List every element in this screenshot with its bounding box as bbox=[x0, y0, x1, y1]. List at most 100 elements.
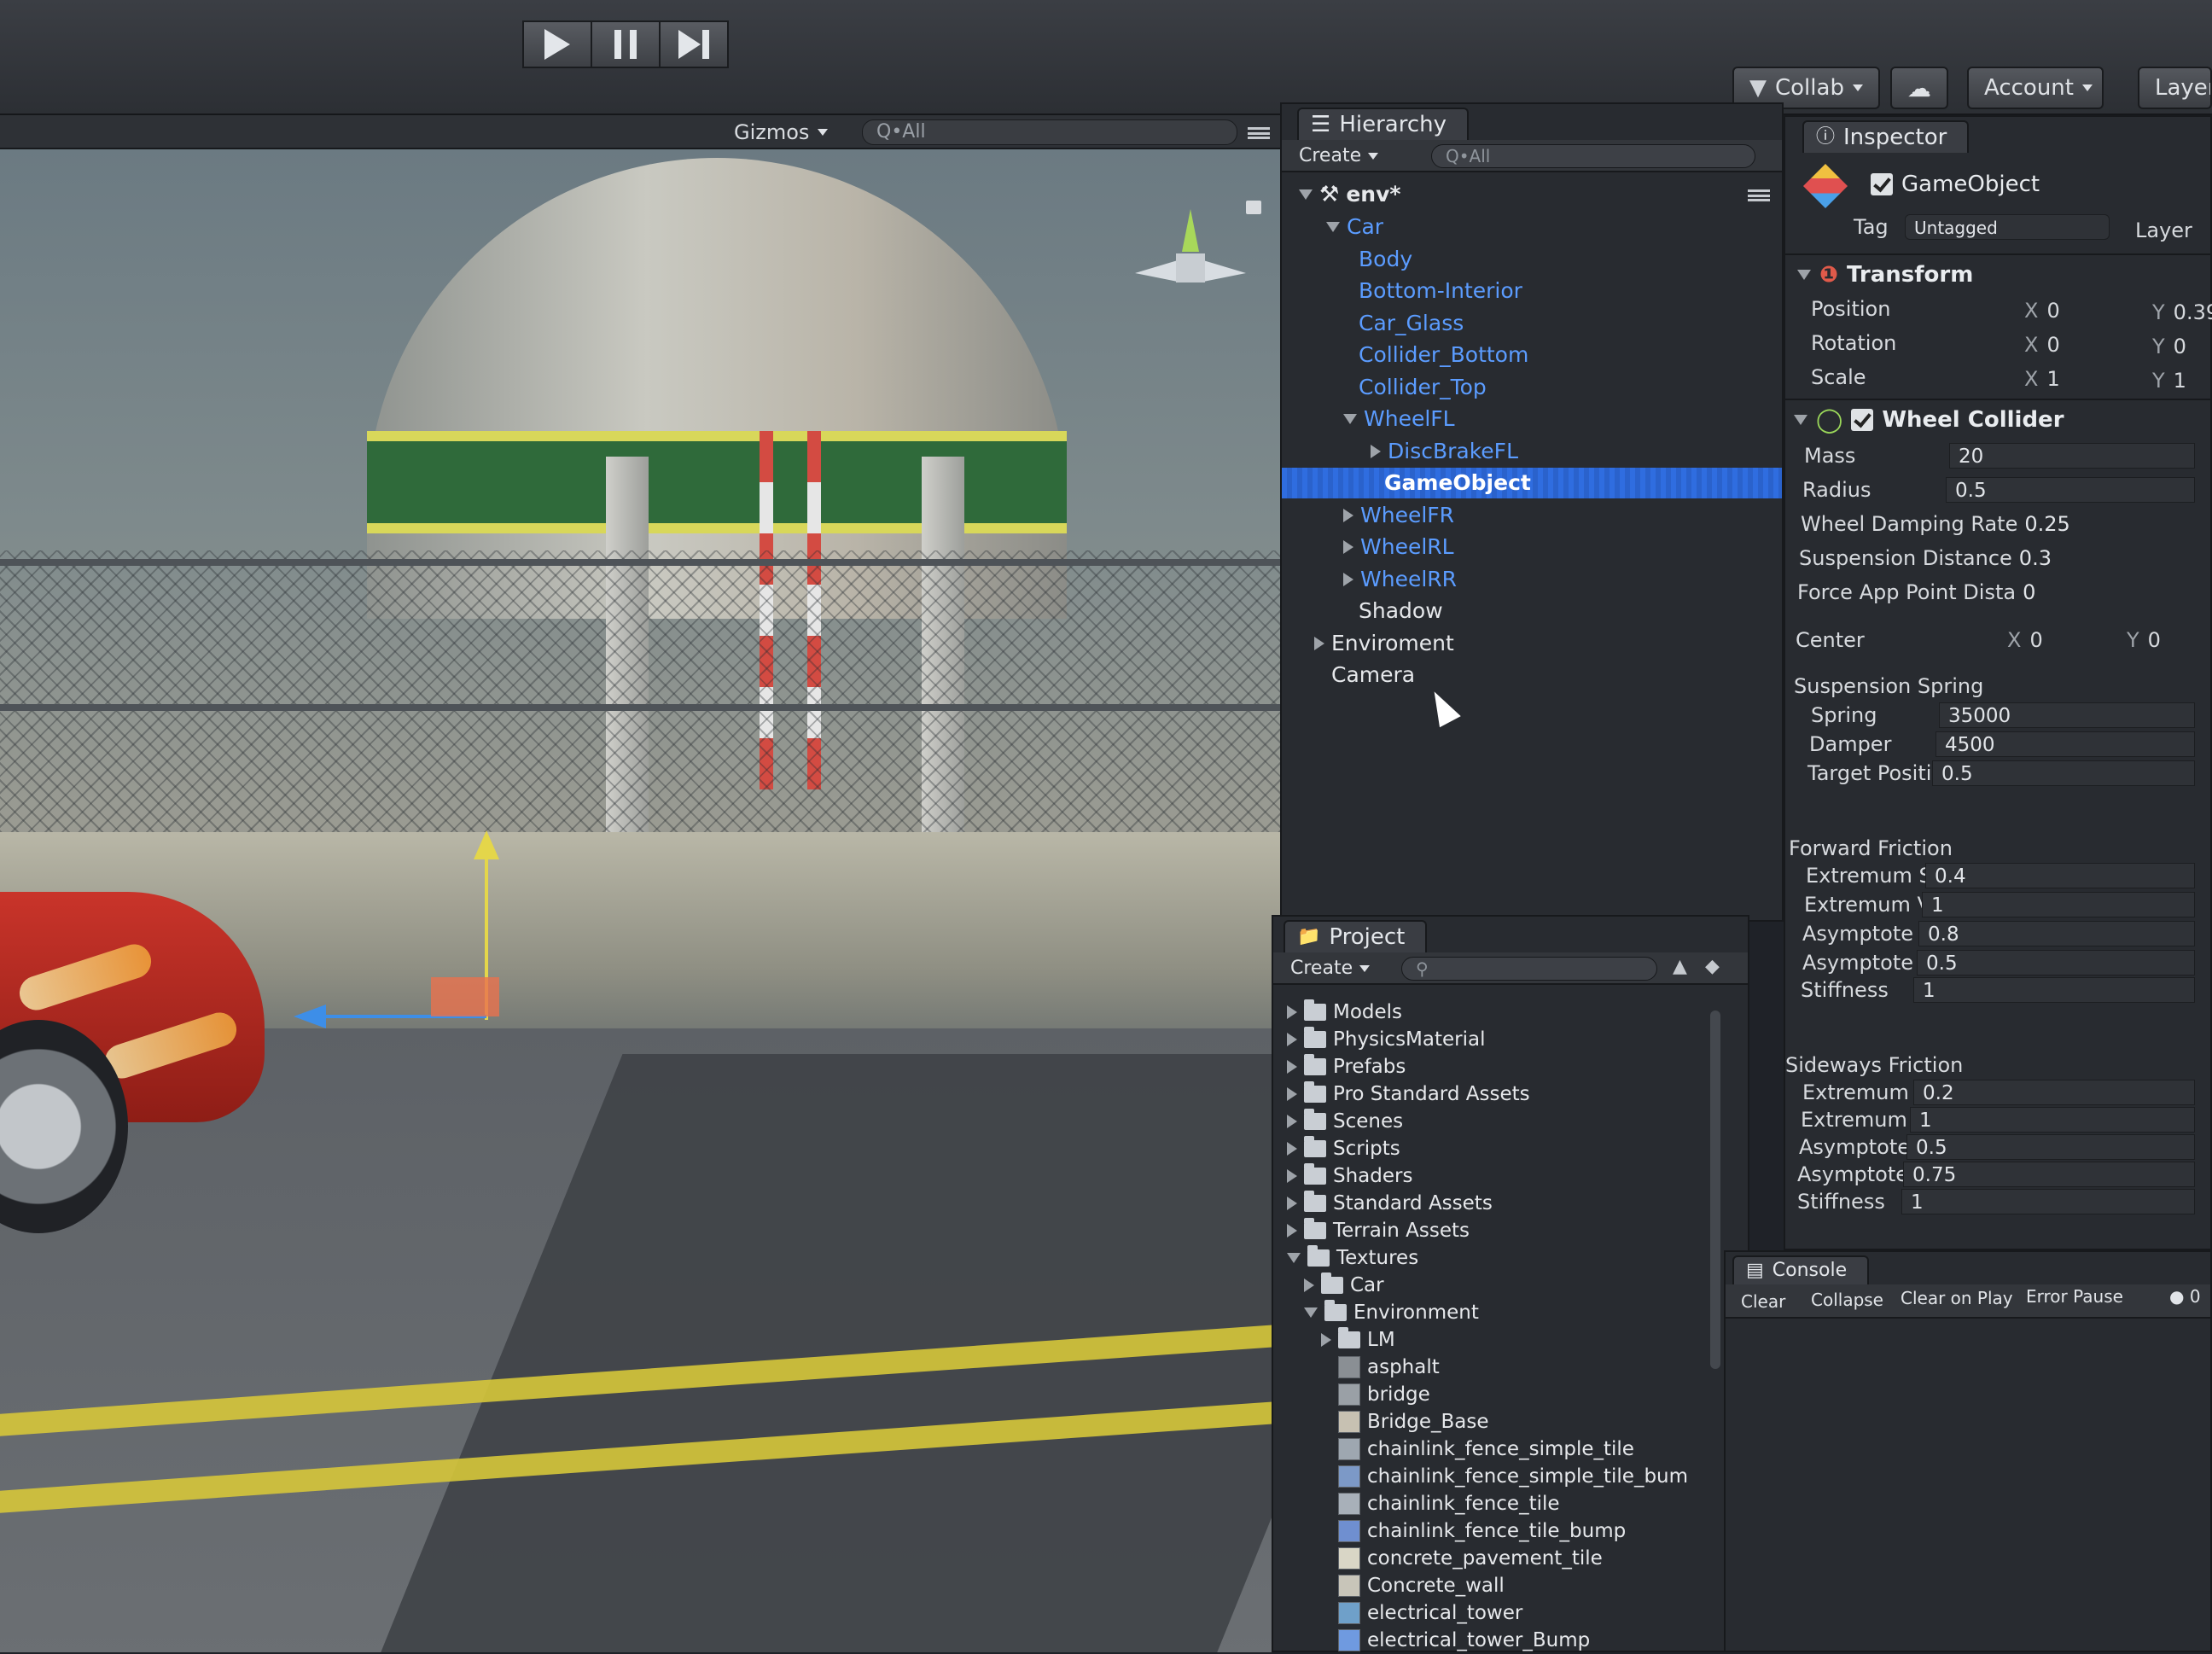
project-texture-item[interactable]: concrete_pavement_tile bbox=[1338, 1545, 1603, 1572]
tag-icon[interactable]: ◆ bbox=[1705, 956, 1720, 977]
hierarchy-item[interactable]: Enviroment bbox=[1314, 628, 1454, 659]
hierarchy-item[interactable]: DiscBrakeFL bbox=[1371, 436, 1518, 467]
chevron-right-icon[interactable] bbox=[1287, 1087, 1297, 1101]
hierarchy-item[interactable]: Body bbox=[1359, 244, 1412, 275]
transform-header[interactable]: ❶ Transform bbox=[1797, 262, 1973, 288]
chevron-right-icon[interactable] bbox=[1314, 636, 1324, 650]
orientation-gizmo-icon[interactable] bbox=[1126, 201, 1254, 329]
wheel-collider-value-field[interactable]: 1 bbox=[1910, 1107, 2195, 1133]
chevron-right-icon[interactable] bbox=[1287, 1005, 1297, 1019]
wheel-collider-value[interactable]: 0 bbox=[2023, 580, 2035, 604]
project-texture-item[interactable]: Concrete_wall bbox=[1338, 1572, 1505, 1599]
wheel-collider-value-field[interactable]: 4500 bbox=[1936, 731, 2195, 757]
tab-console[interactable]: ▤ Console bbox=[1732, 1255, 1870, 1284]
chevron-right-icon[interactable] bbox=[1321, 1333, 1331, 1347]
hierarchy-item[interactable]: Collider_Top bbox=[1359, 372, 1487, 403]
wheel-collider-value-field[interactable]: 0.5 bbox=[1917, 950, 2195, 976]
filter-type-icon[interactable]: ▲ bbox=[1673, 956, 1687, 977]
center-y-field[interactable]: Y0 bbox=[2127, 626, 2161, 655]
project-folder-item[interactable]: LM bbox=[1321, 1326, 1395, 1354]
hierarchy-item[interactable]: Bottom-Interior bbox=[1359, 276, 1522, 306]
scene-viewport[interactable] bbox=[0, 149, 1280, 1652]
lock-icon[interactable] bbox=[1246, 201, 1261, 214]
center-x-field[interactable]: X0 bbox=[2007, 626, 2043, 655]
project-folder-item[interactable]: Scenes bbox=[1287, 1108, 1403, 1135]
chevron-right-icon[interactable] bbox=[1343, 508, 1353, 522]
error-count-badge[interactable]: ● 0 bbox=[2169, 1286, 2201, 1307]
wheel-collider-header[interactable]: ◯ Wheel Collider bbox=[1794, 405, 2064, 434]
chevron-down-icon[interactable] bbox=[1304, 1307, 1318, 1318]
hierarchy-item[interactable]: WheelFR bbox=[1343, 500, 1454, 531]
collapse-button[interactable]: Collapse bbox=[1811, 1290, 1883, 1310]
project-folder-item[interactable]: Car bbox=[1304, 1272, 1384, 1299]
object-name-field[interactable]: GameObject bbox=[1901, 172, 2040, 197]
hierarchy-item[interactable]: Car bbox=[1326, 212, 1383, 242]
tab-project[interactable]: 📁 Project bbox=[1284, 920, 1428, 952]
hierarchy-item[interactable]: WheelFL bbox=[1343, 404, 1455, 434]
project-folder-item[interactable]: Pro Standard Assets bbox=[1287, 1080, 1530, 1108]
chevron-down-icon[interactable] bbox=[1343, 414, 1357, 424]
account-button[interactable]: Account bbox=[1967, 67, 2104, 109]
project-folder-item[interactable]: Models bbox=[1287, 999, 1402, 1026]
project-folder-item[interactable]: Prefabs bbox=[1287, 1053, 1406, 1080]
project-texture-item[interactable]: asphalt bbox=[1338, 1354, 1440, 1381]
wheel-collider-value-field[interactable]: 0.8 bbox=[1918, 921, 2195, 946]
hierarchy-item[interactable]: WheelRR bbox=[1343, 564, 1457, 595]
hierarchy-item[interactable]: Camera bbox=[1331, 660, 1415, 690]
tag-dropdown[interactable]: Untagged bbox=[1905, 214, 2110, 240]
arrow-left-icon[interactable] bbox=[294, 1005, 326, 1028]
wheel-collider-value-field[interactable]: 35000 bbox=[1939, 702, 2195, 728]
scene-menu-icon[interactable] bbox=[1248, 127, 1270, 139]
chevron-right-icon[interactable] bbox=[1287, 1142, 1297, 1156]
chevron-down-icon[interactable] bbox=[1326, 222, 1340, 232]
chevron-right-icon[interactable] bbox=[1287, 1033, 1297, 1046]
active-checkbox[interactable] bbox=[1871, 173, 1893, 195]
project-texture-item[interactable]: chainlink_fence_tile_bump bbox=[1338, 1517, 1626, 1545]
hierarchy-item[interactable]: GameObject bbox=[1282, 468, 1782, 498]
hierarchy-menu-icon[interactable] bbox=[1748, 189, 1770, 201]
hierarchy-create-dropdown[interactable]: Create bbox=[1299, 145, 1379, 166]
gizmos-dropdown[interactable]: Gizmos bbox=[734, 120, 829, 144]
clear-button[interactable]: Clear bbox=[1741, 1291, 1785, 1312]
project-texture-item[interactable]: Bridge_Base bbox=[1338, 1408, 1488, 1436]
project-folder-item[interactable]: Shaders bbox=[1287, 1162, 1412, 1190]
wheel-collider-value-field[interactable]: 0.4 bbox=[1925, 863, 2195, 888]
chevron-right-icon[interactable] bbox=[1287, 1060, 1297, 1074]
position-x-field[interactable]: X0 bbox=[2024, 296, 2060, 325]
scale-x-field[interactable]: X1 bbox=[2024, 364, 2060, 393]
rotation-y-field[interactable]: Y0 bbox=[2152, 332, 2186, 361]
project-folder-item[interactable]: Textures bbox=[1287, 1244, 1418, 1272]
chevron-right-icon[interactable] bbox=[1287, 1115, 1297, 1128]
cloud-button[interactable]: ☁ bbox=[1890, 67, 1948, 109]
project-folder-item[interactable]: PhysicsMaterial bbox=[1287, 1026, 1486, 1053]
chevron-right-icon[interactable] bbox=[1287, 1169, 1297, 1183]
chevron-down-icon[interactable] bbox=[1287, 1253, 1301, 1263]
chevron-right-icon[interactable] bbox=[1304, 1278, 1314, 1292]
step-button[interactable] bbox=[659, 20, 729, 68]
project-create-dropdown[interactable]: Create bbox=[1290, 958, 1371, 979]
chevron-right-icon[interactable] bbox=[1287, 1197, 1297, 1210]
chevron-right-icon[interactable] bbox=[1371, 444, 1381, 458]
chevron-right-icon[interactable] bbox=[1343, 540, 1353, 554]
hierarchy-item[interactable]: WheelRL bbox=[1343, 532, 1454, 562]
project-search-input[interactable]: ⚲ bbox=[1401, 957, 1657, 981]
arrow-up-icon[interactable] bbox=[474, 830, 499, 859]
layers-button[interactable]: Layers bbox=[2138, 67, 2212, 109]
hierarchy-item[interactable]: Car_Glass bbox=[1359, 308, 1464, 339]
wheel-collider-value-field[interactable]: 1 bbox=[1922, 892, 2195, 917]
project-texture-item[interactable]: electrical_tower bbox=[1338, 1599, 1522, 1627]
wheel-collider-enabled-checkbox[interactable] bbox=[1851, 408, 1874, 431]
hierarchy-search-input[interactable]: Q•All bbox=[1431, 144, 1755, 168]
project-texture-item[interactable]: chainlink_fence_simple_tile_bum bbox=[1338, 1463, 1688, 1490]
scene-search-input[interactable]: Q•All bbox=[862, 119, 1237, 145]
clear-on-play-button[interactable]: Clear on Play bbox=[1901, 1288, 2013, 1308]
hierarchy-item[interactable]: Shadow bbox=[1359, 596, 1443, 626]
hierarchy-item[interactable]: Collider_Bottom bbox=[1359, 340, 1528, 370]
wheel-collider-value-field[interactable]: 0.75 bbox=[1903, 1162, 2195, 1187]
project-folder-item[interactable]: Standard Assets bbox=[1287, 1190, 1493, 1217]
project-folder-item[interactable]: Scripts bbox=[1287, 1135, 1400, 1162]
wheel-collider-value-field[interactable]: 0.5 bbox=[1932, 760, 2195, 786]
project-folder-item[interactable]: Terrain Assets bbox=[1287, 1217, 1470, 1244]
project-folder-item[interactable]: Environment bbox=[1304, 1299, 1479, 1326]
project-scrollbar[interactable] bbox=[1710, 1010, 1720, 1369]
